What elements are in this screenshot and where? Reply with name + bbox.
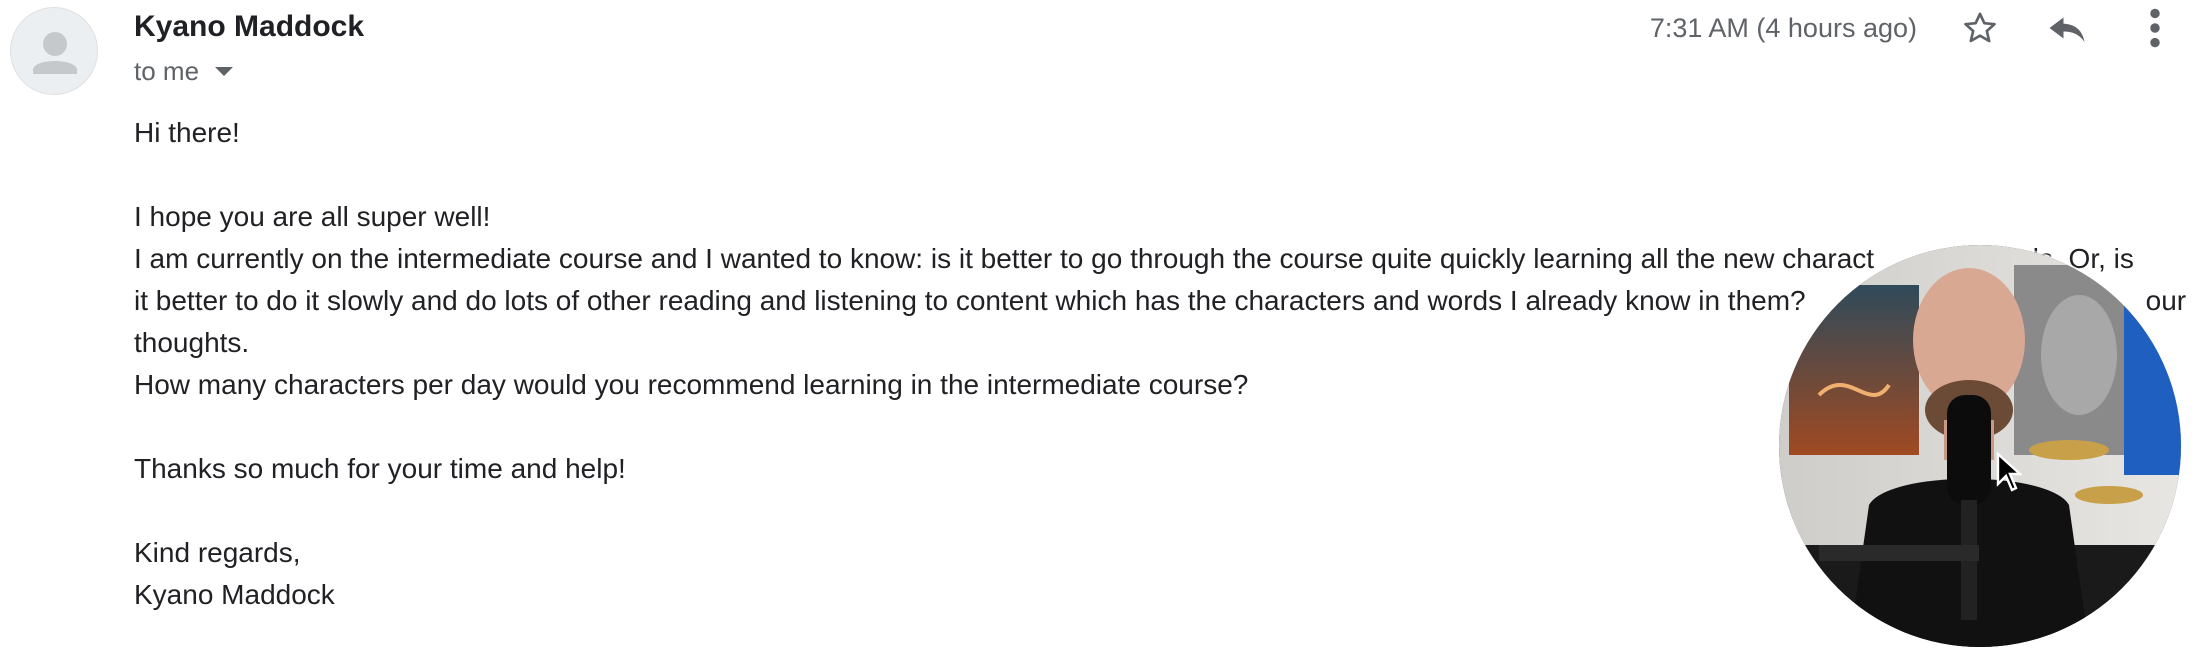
webcam-feed-image — [1779, 245, 2181, 647]
greeting-line: Hi there! — [134, 117, 240, 148]
mouse-cursor-icon — [1996, 452, 2022, 492]
webcam-video-bubble — [1779, 245, 2181, 647]
sender-name: Kyano Maddock — [134, 10, 365, 43]
star-icon — [1964, 12, 1996, 43]
person-avatar-icon — [33, 32, 77, 74]
star-button[interactable] — [1952, 5, 2008, 51]
recipient-toggle[interactable]: to me — [134, 54, 234, 88]
more-options-button[interactable] — [2127, 5, 2183, 51]
email-timestamp: 7:31 AM (4 hours ago) — [1649, 13, 1917, 43]
reply-icon — [2049, 17, 2085, 42]
recipient-label: to me — [134, 56, 200, 86]
sender-avatar — [10, 7, 98, 95]
caret-down-icon — [215, 66, 234, 76]
reply-button[interactable] — [2039, 5, 2095, 51]
more-vert-icon — [2150, 8, 2160, 48]
body-line-1: I hope you are all super well! — [134, 201, 491, 232]
